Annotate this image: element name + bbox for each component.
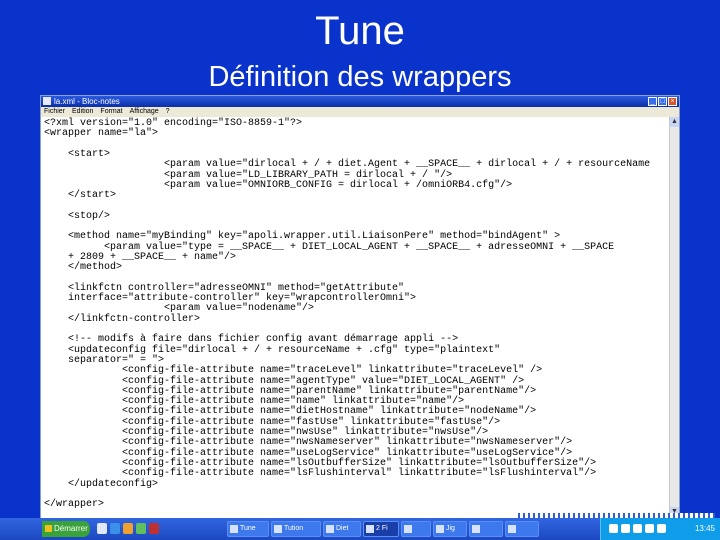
slide-title: Tune	[315, 9, 405, 53]
code-line: <config-file-attribute name="traceLevel"…	[44, 365, 543, 377]
task-tune[interactable]: Tune	[227, 521, 269, 537]
menu-bar: Fichier Edition Format Affichage?	[41, 107, 679, 117]
notepad-icon	[43, 97, 51, 105]
code-line: <!-- modifs à faire dans fichier config …	[44, 334, 459, 346]
maximize-button[interactable]: □	[658, 97, 667, 106]
task-tution[interactable]: Tution	[271, 521, 321, 537]
start-button[interactable]: Démarrer	[42, 521, 90, 537]
taskbar: Démarrer Tune Tution Diet 2 Fi Jig 13:45	[0, 518, 720, 540]
browser-icon[interactable]	[110, 523, 120, 534]
task-icon	[230, 525, 238, 533]
notepad-window: la.xml - Bloc-notes _ □ × Fichier Edition Fo…	[40, 95, 680, 540]
menu-view[interactable]: Affichage	[130, 108, 159, 115]
task-icon	[508, 525, 516, 533]
scroll-up-icon[interactable]: ▲	[670, 117, 679, 127]
desktop-icon[interactable]	[97, 523, 107, 534]
tray-language-icon[interactable]	[621, 524, 630, 533]
task-icon	[366, 525, 374, 533]
code-line: <wrapper name="la">	[44, 128, 159, 140]
windows-flag-icon	[45, 525, 52, 533]
mail-icon[interactable]	[123, 523, 133, 534]
task-blank-3[interactable]	[505, 521, 539, 537]
task-label: 2 Fi	[376, 525, 388, 532]
task-icon	[274, 525, 282, 533]
window-titlebar[interactable]: la.xml - Bloc-notes _ □ ×	[41, 96, 679, 107]
task-label: Diet	[336, 525, 349, 532]
slide-subtitle: Définition des wrappers	[208, 61, 512, 93]
code-line: </wrapper>	[44, 499, 105, 511]
task-label: Tune	[240, 525, 256, 532]
clock: 13:45	[694, 524, 715, 533]
code-line: <param value="LD_LIBRARY_PATH = dirlocal…	[44, 169, 453, 181]
code-line: </method>	[44, 262, 123, 274]
menu-help[interactable]: ?	[166, 108, 170, 115]
media-icon[interactable]	[149, 523, 159, 534]
task-icon	[472, 525, 480, 533]
code-line: <param value="nodename"/>	[44, 303, 315, 315]
task-2fi[interactable]: 2 Fi	[363, 521, 399, 537]
task-label: Tution	[284, 525, 304, 532]
system-tray: 13:45	[600, 518, 720, 540]
tray-volume-icon[interactable]	[645, 524, 654, 533]
task-blank-2[interactable]	[469, 521, 503, 537]
app-icon[interactable]	[136, 523, 146, 534]
vertical-scrollbar[interactable]: ▲ ▼	[669, 117, 679, 517]
menu-edit[interactable]: Edition	[72, 108, 93, 115]
tray-security-icon[interactable]	[633, 524, 642, 533]
code-line: </start>	[44, 190, 117, 202]
task-diet[interactable]: Diet	[323, 521, 361, 537]
minimize-button[interactable]: _	[648, 97, 657, 106]
task-blank-1[interactable]	[401, 521, 431, 537]
code-line: <config-file-attribute name="dietHostnam…	[44, 406, 537, 418]
code-line: <config-file-attribute name="agentType" …	[44, 375, 525, 387]
window-title: la.xml - Bloc-notes	[54, 97, 120, 106]
tray-network-icon[interactable]	[609, 524, 618, 533]
code-line: <config-file-attribute name="lsFlushinte…	[44, 468, 597, 480]
task-jig[interactable]: Jig	[433, 521, 467, 537]
code-line: </updateconfig>	[44, 478, 159, 490]
code-line: </linkfctn-controller>	[44, 313, 201, 325]
text-editor[interactable]: <?xml version="1.0" encoding="ISO-8859-1…	[41, 117, 669, 517]
task-icon	[436, 525, 444, 533]
task-label: Jig	[446, 525, 455, 532]
close-button[interactable]: ×	[668, 97, 677, 106]
menu-format[interactable]: Format	[100, 108, 122, 115]
code-line: <config-file-attribute name="nwsNameserv…	[44, 437, 573, 449]
code-line: <stop/>	[44, 210, 111, 222]
start-label: Démarrer	[54, 524, 88, 533]
tray-app-icon[interactable]	[657, 524, 666, 533]
code-line: <method name="myBinding" key="apoli.wrap…	[44, 231, 561, 243]
task-icon	[404, 525, 412, 533]
menu-file[interactable]: Fichier	[44, 108, 65, 115]
code-line: <param value="dirlocal + / + diet.Agent …	[44, 159, 651, 171]
task-icon	[326, 525, 334, 533]
